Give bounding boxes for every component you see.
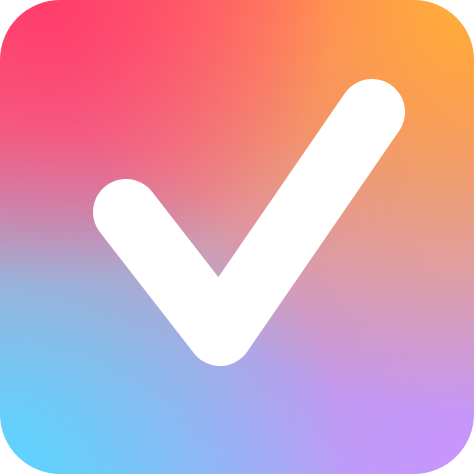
app-icon[interactable]	[0, 0, 474, 474]
checkmark-icon	[93, 79, 405, 366]
